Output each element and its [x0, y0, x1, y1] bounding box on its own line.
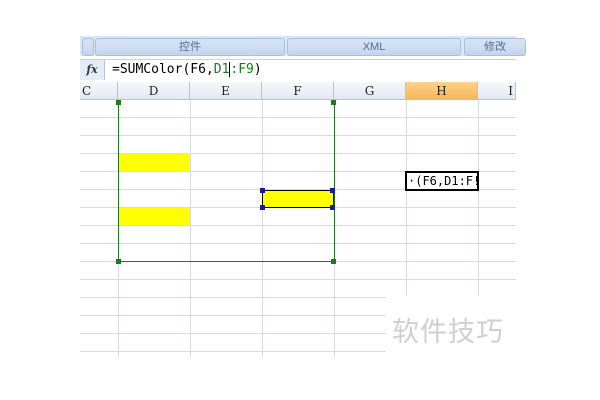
ref-handle[interactable] — [260, 188, 265, 193]
column-header-d[interactable]: D — [118, 82, 190, 100]
column-header-f[interactable]: F — [262, 82, 334, 100]
ref-handle[interactable] — [260, 205, 265, 210]
column-header-h[interactable]: H — [406, 82, 478, 100]
ref-handle[interactable] — [330, 188, 335, 193]
ribbon-group-controls[interactable]: 控件 — [95, 38, 285, 56]
formula-ref-d1: D1 — [213, 62, 230, 77]
range-handle[interactable] — [331, 259, 336, 264]
ribbon-group-xml[interactable]: XML — [287, 38, 461, 56]
ribbon-group-partial — [82, 38, 94, 56]
formula-input[interactable]: =SUMColor(F6,D1:F9) — [112, 60, 262, 80]
range-handle[interactable] — [116, 100, 121, 105]
formula-ref-f9: :F9 — [230, 62, 254, 77]
range-highlight-d1-f9 — [118, 100, 335, 262]
column-header-e[interactable]: E — [190, 82, 262, 100]
watermark: 软件技巧 — [392, 317, 504, 347]
column-header-i[interactable]: I — [478, 82, 516, 100]
ribbon-group-modify[interactable]: 修改 — [464, 38, 526, 56]
range-handle[interactable] — [116, 259, 121, 264]
active-cell-h5[interactable]: ·(F6,D1:F! — [405, 171, 479, 191]
insert-function-icon[interactable]: fx — [80, 60, 105, 80]
range-handle[interactable] — [331, 100, 336, 105]
formula-prefix: =SUMColor(F6, — [112, 62, 214, 77]
column-header-g[interactable]: G — [334, 82, 406, 100]
ref-handle[interactable] — [330, 205, 335, 210]
column-header-c[interactable]: C — [80, 82, 118, 100]
formula-suffix: ) — [253, 62, 262, 77]
